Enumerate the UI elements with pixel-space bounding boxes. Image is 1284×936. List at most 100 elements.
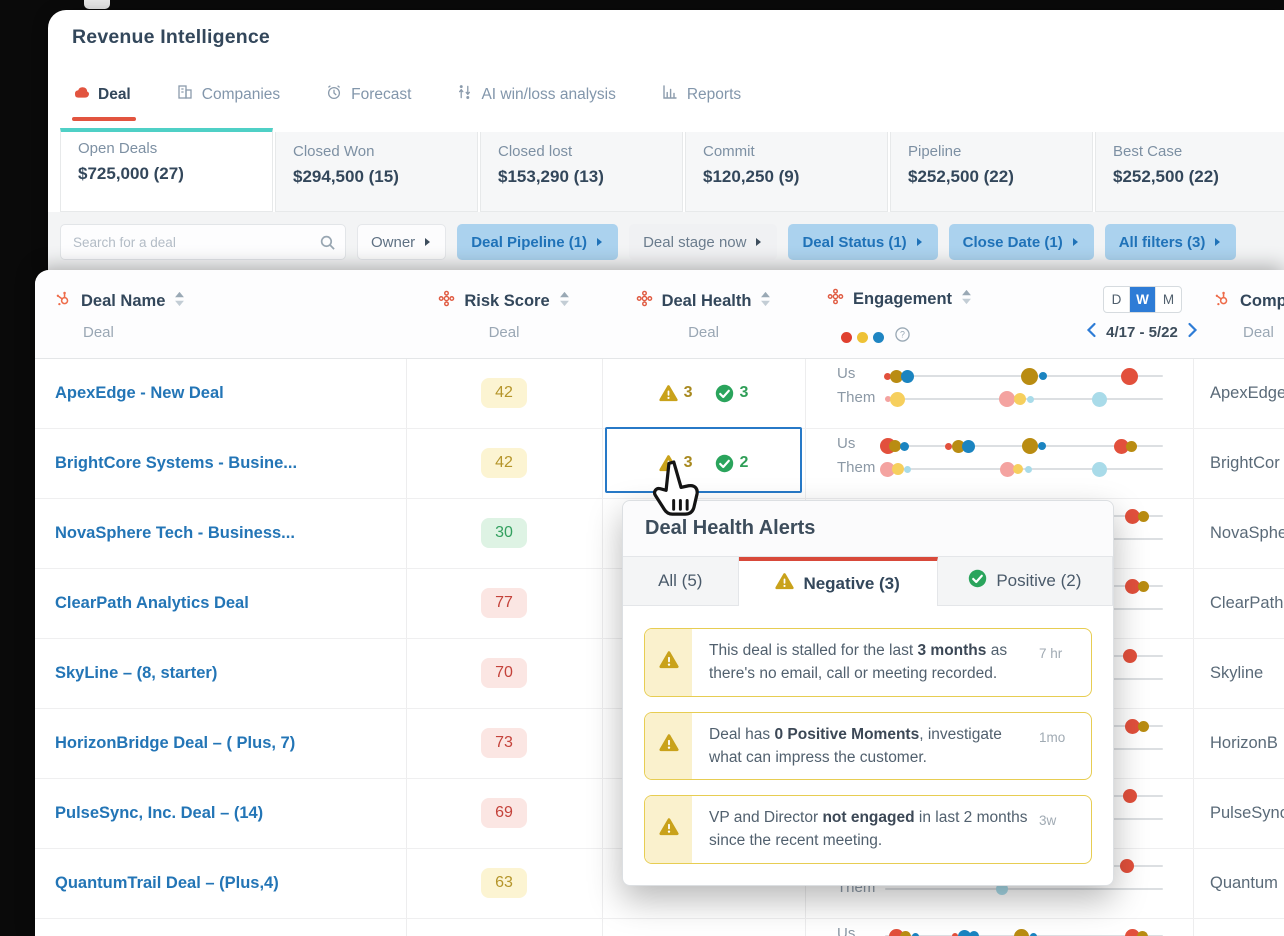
deal-name-link[interactable]: ApexEdge - New Deal <box>55 358 224 428</box>
engagement-dot <box>1092 392 1107 407</box>
nav-tab-label: Forecast <box>351 86 411 104</box>
legend-dot <box>857 332 868 343</box>
alert-text-segment: Deal has <box>709 726 774 743</box>
popup-tab-label: All (5) <box>658 571 702 591</box>
svg-text:?: ? <box>900 330 905 340</box>
summary-card-pipeline[interactable]: Pipeline$252,500 (22) <box>890 132 1093 212</box>
summary-card-best-case[interactable]: Best Case$252,500 (22) <box>1095 132 1284 212</box>
summary-card-open-deals[interactable]: Open Deals$725,000 (27) <box>60 128 273 212</box>
column-label: Engagement <box>853 290 952 309</box>
column-header-deal-name[interactable]: Deal Name <box>55 290 185 312</box>
sort-icon[interactable] <box>961 289 972 310</box>
column-header-engagement[interactable]: Engagement <box>827 288 972 310</box>
company-cell: ClearPath <box>1210 568 1283 638</box>
summary-card-closed-lost[interactable]: Closed lost$153,290 (13) <box>480 132 683 212</box>
deal-search <box>60 224 346 260</box>
engagement-dot <box>1138 721 1149 732</box>
deal-name-link[interactable]: QuantumTrail Deal – (Plus,4) <box>55 848 279 918</box>
column-subtitle: Deal <box>1243 324 1274 341</box>
engagement-dot <box>1039 372 1047 380</box>
granularity-d[interactable]: D <box>1104 287 1129 312</box>
search-input[interactable] <box>61 225 345 259</box>
deal-health-alerts-popup: Deal Health Alerts All (5)Negative (3)Po… <box>622 500 1114 886</box>
deal-health-cell[interactable] <box>602 918 805 936</box>
us-label: Us <box>837 927 855 936</box>
deal-health-cell[interactable]: 33 <box>602 358 805 428</box>
engagement-dot <box>901 370 914 383</box>
alert-card: VP and Director not engaged in last 2 mo… <box>644 795 1092 864</box>
deal-name-link[interactable]: ClearPath Analytics Deal <box>55 568 249 638</box>
company-cell: NovaSphe <box>1210 498 1284 568</box>
alert-timestamp: 3w <box>1039 796 1091 863</box>
granularity-w[interactable]: W <box>1129 287 1155 312</box>
deal-name-link[interactable]: NovaSphere Tech - Business... <box>55 498 295 568</box>
chevron-right-icon <box>1071 237 1080 247</box>
summary-card-label: Commit <box>703 143 870 160</box>
column-header-deal-health[interactable]: Deal Health <box>602 290 805 312</box>
engagement-dot <box>1022 438 1038 454</box>
sort-icon[interactable] <box>760 291 771 312</box>
filter-chip-deal-status-1[interactable]: Deal Status (1) <box>788 224 937 260</box>
deal-name-link[interactable]: HorizonBridge Deal – ( Plus, 7) <box>55 708 295 778</box>
deal-name-link[interactable]: BrightCore Systems - Busine... <box>55 428 297 498</box>
hand-cursor-icon <box>648 460 702 523</box>
company-cell: Quantum <box>1210 848 1278 918</box>
deal-name-link[interactable]: SkyLine – (8, starter) <box>55 638 217 708</box>
engagement-dot <box>1014 929 1029 936</box>
help-icon[interactable]: ? <box>895 327 910 347</box>
nav-tab-deal[interactable]: Deal <box>72 85 131 105</box>
chevron-left-icon[interactable] <box>1086 322 1097 342</box>
engagement-dot <box>1030 933 1037 936</box>
alert-timestamp: 1mo <box>1039 713 1091 780</box>
nav-tab-companies[interactable]: Companies <box>177 84 280 105</box>
search-icon <box>319 234 336 256</box>
table-header: Deal Name Deal Risk Score Deal Deal Heal… <box>35 270 1284 359</box>
column-header-risk-score[interactable]: Risk Score <box>406 290 602 312</box>
top-panel: Revenue Intelligence DealCompaniesForeca… <box>48 10 1284 272</box>
alert-list: This deal is stalled for the last 3 mont… <box>623 606 1113 886</box>
column-header-company[interactable]: Comp <box>1214 290 1284 312</box>
alert-text-segment: This deal is stalled for the last <box>709 642 918 659</box>
company-cell: HorizonB <box>1210 708 1278 778</box>
engagement-dot <box>1021 368 1038 385</box>
filter-chip-deal-stage-now[interactable]: Deal stage now <box>629 224 777 260</box>
filter-chip-deal-pipeline-1[interactable]: Deal Pipeline (1) <box>457 224 618 260</box>
date-range-label: 4/17 - 5/22 <box>1106 324 1178 341</box>
popup-tab-all-5[interactable]: All (5) <box>623 557 739 606</box>
engagement-dot <box>912 933 919 936</box>
engagement-dot <box>1013 464 1023 474</box>
granularity-m[interactable]: M <box>1155 287 1181 312</box>
sort-icon[interactable] <box>559 291 570 312</box>
risk-score-badge: 77 <box>481 588 527 618</box>
filter-chip-close-date-1[interactable]: Close Date (1) <box>949 224 1094 260</box>
summary-card-commit[interactable]: Commit$120,250 (9) <box>685 132 888 212</box>
chevron-right-icon[interactable] <box>1187 322 1198 342</box>
company-cell: Skyline <box>1210 638 1263 708</box>
popup-tab-negative-3[interactable]: Negative (3) <box>739 557 938 606</box>
nav-tab-ai-win-loss-analysis[interactable]: AI win/loss analysis <box>457 84 615 105</box>
filter-chip-all-filters-3[interactable]: All filters (3) <box>1105 224 1237 260</box>
nav-tab-forecast[interactable]: Forecast <box>326 84 411 105</box>
engagement-dot <box>1120 859 1134 873</box>
engagement-dot <box>999 391 1015 407</box>
background-window-notch <box>84 0 110 9</box>
deal-name-link[interactable]: PulseSync, Inc. Deal – (14) <box>55 778 263 848</box>
company-cell: BrightCor <box>1210 428 1280 498</box>
selected-cell-outline <box>605 427 802 493</box>
hubspot-sprocket-icon <box>55 290 72 312</box>
popup-tabs: All (5) Negative (3)Positive (2) <box>623 557 1113 606</box>
alert-stripe <box>645 796 692 863</box>
owner-filter-button[interactable]: Owner <box>357 224 446 260</box>
alert-stripe <box>645 629 692 696</box>
company-cell: ApexEdge <box>1210 358 1284 428</box>
summary-card-closed-won[interactable]: Closed Won$294,500 (15) <box>275 132 478 212</box>
nav-tab-reports[interactable]: Reports <box>662 84 741 105</box>
risk-score-badge: 73 <box>481 728 527 758</box>
warning-icon <box>659 817 679 842</box>
sort-icon[interactable] <box>174 291 185 312</box>
popup-tab-positive-2[interactable]: Positive (2) <box>938 557 1113 606</box>
filter-chip-label: Deal Status (1) <box>802 234 906 251</box>
them-label: Them <box>837 391 875 405</box>
engagement-dot <box>892 463 904 475</box>
engagement-dot <box>1027 396 1034 403</box>
